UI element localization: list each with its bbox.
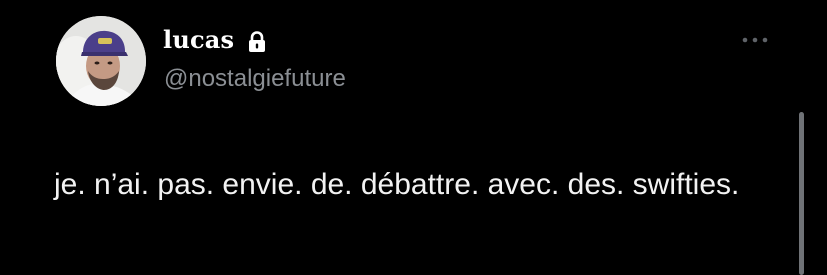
tweet-card: lucas @nostalgiefuture je. n’ai. pas. en…	[0, 0, 827, 275]
author-handle[interactable]: @nostalgiefuture	[164, 64, 346, 94]
author-avatar[interactable]	[56, 16, 146, 106]
author-display-name[interactable]: lucas	[163, 25, 234, 55]
scrollbar-thumb[interactable]	[799, 112, 804, 275]
more-options-icon[interactable]	[740, 33, 770, 47]
avatar-photo	[56, 16, 146, 106]
tweet-text: je. n’ai. pas. envie. de. débattre. avec…	[54, 168, 740, 201]
lock-icon	[249, 31, 265, 52]
